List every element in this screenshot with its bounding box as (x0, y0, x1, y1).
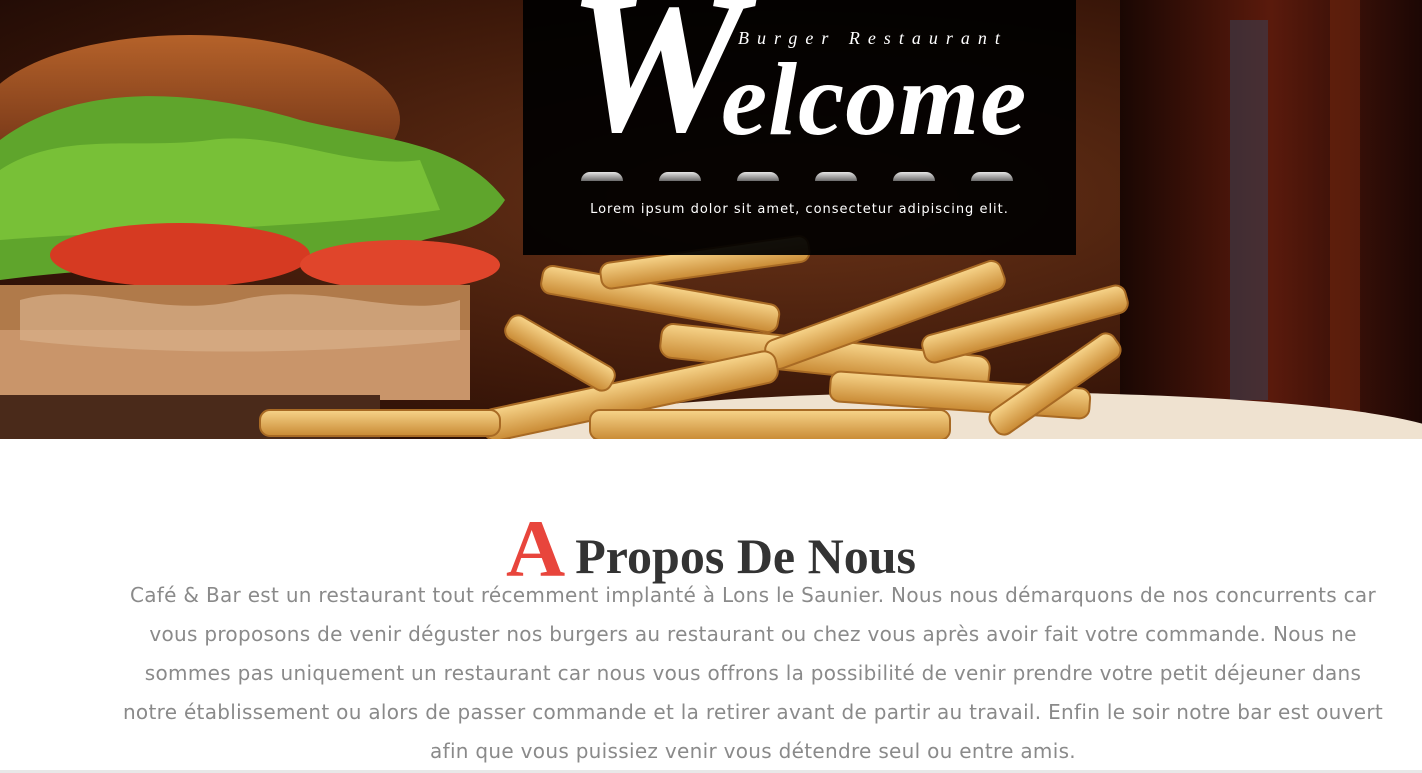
about-paragraph: Café & Bar est un restaurant tout récemm… (122, 583, 1384, 763)
restaurant-subtitle: Burger Restaurant (738, 28, 1008, 48)
hero-tagline: Lorem ipsum dolor sit amet, consectetur … (590, 202, 1009, 217)
decorative-divider (581, 172, 1013, 181)
hero-banner: W elcome Burger Restaurant Lorem ipsum d… (0, 0, 1422, 439)
welcome-heading: elcome (721, 42, 1028, 157)
welcome-big-letter: W (567, 0, 745, 174)
about-section: A Propos De Nous Café & Bar est un restau… (0, 439, 1422, 773)
welcome-overlay: W elcome Burger Restaurant Lorem ipsum d… (523, 0, 1076, 255)
